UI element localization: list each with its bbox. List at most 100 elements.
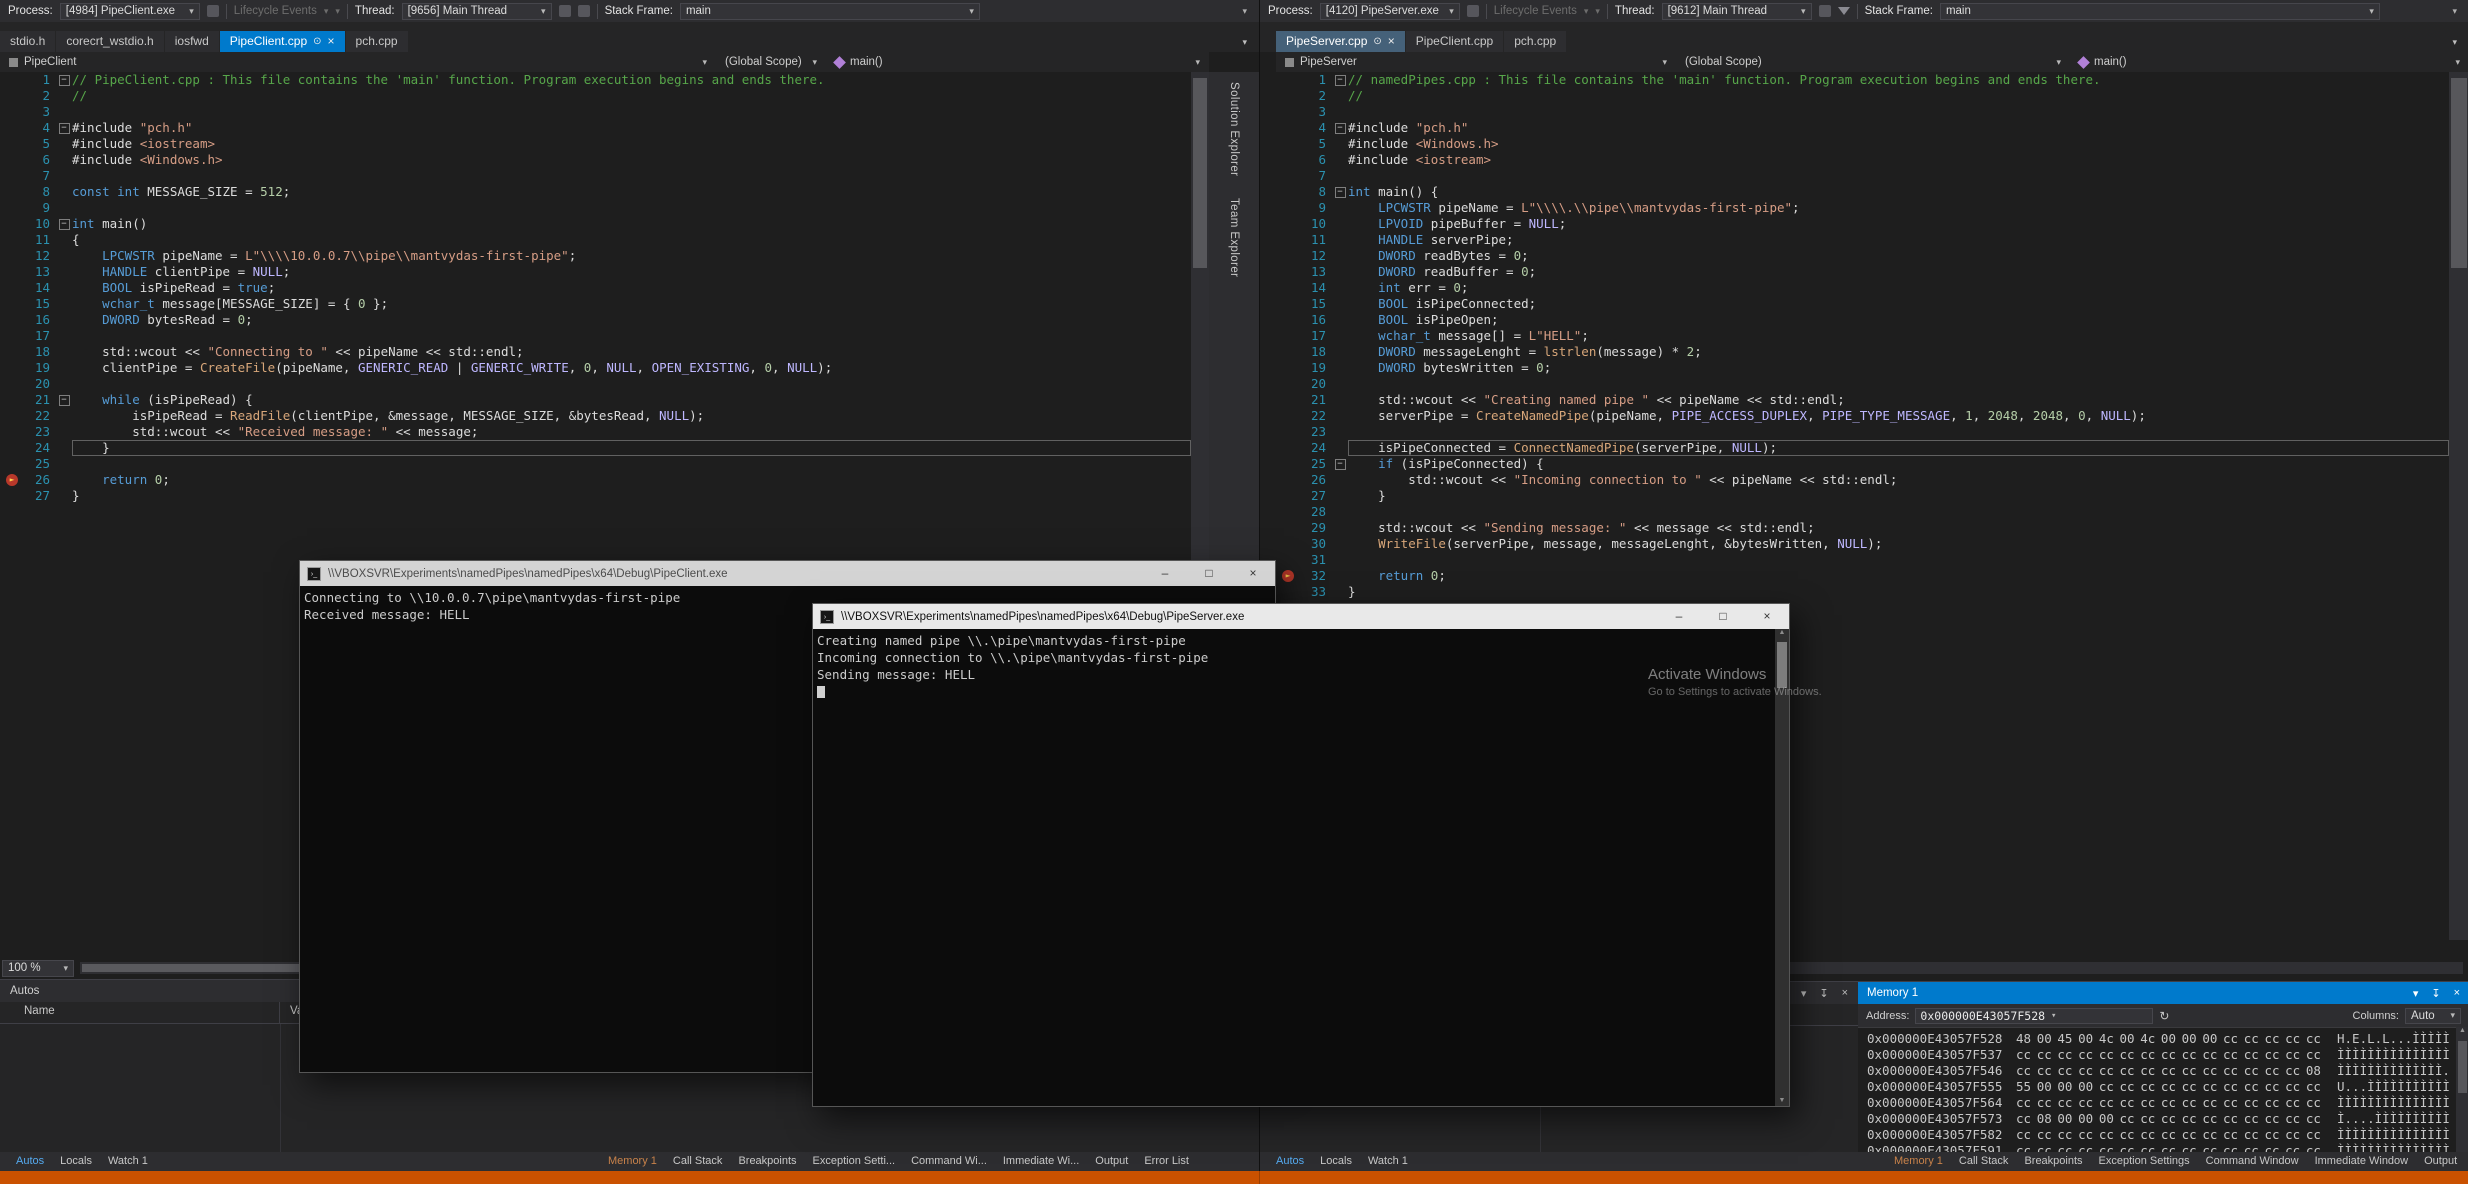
outlining-margin[interactable]: − bbox=[1332, 184, 1348, 200]
outlining-margin[interactable]: − bbox=[56, 392, 72, 408]
line-number[interactable]: 3 bbox=[0, 104, 56, 120]
doc-tab-corecrt-wstdio-h[interactable]: corecrt_wstdio.h bbox=[56, 31, 163, 52]
doc-tab-iosfwd[interactable]: iosfwd bbox=[165, 31, 219, 52]
outlining-margin[interactable]: − bbox=[1332, 72, 1348, 88]
line-number[interactable]: 1 bbox=[0, 72, 56, 88]
panel-tab-output[interactable]: Output bbox=[1087, 1152, 1136, 1170]
outlining-margin[interactable]: − bbox=[1332, 120, 1348, 136]
console-titlebar[interactable]: ›_ \\VBOXSVR\Experiments\namedPipes\name… bbox=[300, 561, 1275, 586]
panel-tab-immediate-wi[interactable]: Immediate Wi... bbox=[995, 1152, 1087, 1170]
line-number[interactable]: 25 bbox=[0, 456, 56, 472]
scrollbar-thumb[interactable] bbox=[2451, 78, 2467, 268]
process-combo[interactable]: [4984] PipeClient.exe ▾ bbox=[60, 3, 200, 20]
stack-frame-combo[interactable]: main ▾ bbox=[1940, 3, 2380, 20]
line-number[interactable]: 24 bbox=[1276, 440, 1332, 456]
project-dropdown[interactable]: PipeClient ▾ bbox=[0, 52, 716, 72]
line-number[interactable]: 22 bbox=[0, 408, 56, 424]
lifecycle-events-button[interactable]: Lifecycle Events bbox=[1494, 5, 1577, 17]
member-dropdown[interactable]: main() ▾ bbox=[2070, 52, 2468, 72]
window-position-icon[interactable]: ▾ bbox=[1801, 987, 1807, 1000]
line-number[interactable]: 25 bbox=[1276, 456, 1332, 472]
panel-tab-command-window[interactable]: Command Window bbox=[2198, 1152, 2307, 1170]
line-number[interactable]: 33 bbox=[1276, 584, 1332, 600]
line-number[interactable]: 22 bbox=[1276, 408, 1332, 424]
panel-tab-immediate-window[interactable]: Immediate Window bbox=[2307, 1152, 2417, 1170]
collapse-icon[interactable]: − bbox=[1335, 123, 1346, 134]
collapse-icon[interactable]: − bbox=[1335, 459, 1346, 470]
doc-tab-pch-cpp[interactable]: pch.cpp bbox=[346, 31, 408, 52]
line-number[interactable]: 21 bbox=[0, 392, 56, 408]
pin-tab-icon[interactable]: ⊙ bbox=[313, 31, 321, 52]
line-number[interactable]: 1 bbox=[1276, 72, 1332, 88]
columns-combo[interactable]: Auto ▾ bbox=[2405, 1008, 2461, 1024]
collapse-icon[interactable]: − bbox=[1335, 75, 1346, 86]
toolbar-overflow-icon[interactable]: ▾ bbox=[1238, 6, 1251, 17]
stack-frame-combo[interactable]: main ▾ bbox=[680, 3, 980, 20]
line-number[interactable]: 7 bbox=[1276, 168, 1332, 184]
line-number[interactable]: 14 bbox=[1276, 280, 1332, 296]
memory-panel-titlebar[interactable]: Memory 1 ▾ ↧ × bbox=[1858, 982, 2468, 1004]
maximize-icon[interactable]: □ bbox=[1701, 604, 1745, 629]
line-number[interactable]: 24 bbox=[0, 440, 56, 456]
lifecycle-events-button[interactable]: Lifecycle Events bbox=[234, 5, 317, 17]
line-number[interactable]: 19 bbox=[0, 360, 56, 376]
panel-tab-memory-1[interactable]: Memory 1 bbox=[1886, 1152, 1951, 1170]
thread-combo[interactable]: [9656] Main Thread ▾ bbox=[402, 3, 552, 20]
memory-scrollbar[interactable]: ▲ bbox=[2456, 1027, 2468, 1152]
outlining-margin[interactable]: − bbox=[56, 72, 72, 88]
panel-tab-exception-settings[interactable]: Exception Settings bbox=[2091, 1152, 2198, 1170]
panel-tab-locals[interactable]: Locals bbox=[1312, 1152, 1360, 1170]
member-dropdown[interactable]: main() ▾ bbox=[826, 52, 1209, 72]
line-number[interactable]: 6 bbox=[1276, 152, 1332, 168]
collapse-icon[interactable]: − bbox=[59, 219, 70, 230]
collapse-icon[interactable]: − bbox=[59, 395, 70, 406]
line-number[interactable]: 11 bbox=[0, 232, 56, 248]
collapse-icon[interactable]: − bbox=[59, 123, 70, 134]
line-number[interactable]: 9 bbox=[1276, 200, 1332, 216]
toolbar-overflow-icon[interactable]: ▾ bbox=[2448, 6, 2461, 17]
line-number[interactable]: 7 bbox=[0, 168, 56, 184]
side-tab-team-explorer[interactable]: Team Explorer bbox=[1228, 194, 1240, 281]
line-number[interactable]: 12 bbox=[1276, 248, 1332, 264]
column-header-name[interactable]: Name bbox=[0, 1002, 280, 1023]
console-output[interactable]: Creating named pipe \\.\pipe\mantvydas-f… bbox=[813, 629, 1775, 1106]
line-number[interactable]: 8 bbox=[0, 184, 56, 200]
scrollbar-thumb[interactable] bbox=[2458, 1041, 2467, 1093]
outlining-margin[interactable]: − bbox=[56, 216, 72, 232]
outlining-margin[interactable]: − bbox=[1332, 456, 1348, 472]
tab-overflow-icon[interactable]: ▾ bbox=[2452, 37, 2468, 52]
side-tab-solution-explorer[interactable]: Solution Explorer bbox=[1228, 78, 1240, 180]
close-tab-icon[interactable]: × bbox=[1388, 31, 1395, 52]
line-number[interactable]: 20 bbox=[1276, 376, 1332, 392]
collapse-icon[interactable]: − bbox=[1335, 187, 1346, 198]
close-icon[interactable]: × bbox=[1842, 987, 1848, 1000]
line-number[interactable]: 29 bbox=[1276, 520, 1332, 536]
minimize-icon[interactable]: – bbox=[1143, 561, 1187, 586]
scope-dropdown[interactable]: (Global Scope) ▾ bbox=[1676, 52, 2070, 72]
close-icon[interactable]: × bbox=[1745, 604, 1789, 629]
line-number[interactable]: 15 bbox=[1276, 296, 1332, 312]
zoom-control[interactable]: 100 % ▾ bbox=[2, 960, 74, 977]
panel-tab-command-wi[interactable]: Command Wi... bbox=[903, 1152, 995, 1170]
line-number[interactable]: 19 bbox=[1276, 360, 1332, 376]
auto-hide-pin-icon[interactable]: ↧ bbox=[2431, 987, 2440, 1000]
outlining-margin[interactable]: − bbox=[56, 120, 72, 136]
line-number[interactable]: 23 bbox=[0, 424, 56, 440]
scope-dropdown[interactable]: (Global Scope) ▾ bbox=[716, 52, 826, 72]
window-position-icon[interactable]: ▾ bbox=[2413, 987, 2419, 1000]
panel-tab-locals[interactable]: Locals bbox=[52, 1152, 100, 1170]
line-number[interactable]: 30 bbox=[1276, 536, 1332, 552]
scroll-up-icon[interactable]: ▲ bbox=[1779, 629, 1786, 636]
panel-tab-memory-1[interactable]: Memory 1 bbox=[600, 1152, 665, 1170]
scroll-up-icon[interactable]: ▲ bbox=[2459, 1027, 2466, 1034]
panel-tab-call-stack[interactable]: Call Stack bbox=[665, 1152, 731, 1170]
line-number[interactable]: 31 bbox=[1276, 552, 1332, 568]
line-number[interactable]: 2 bbox=[0, 88, 56, 104]
tab-overflow-icon[interactable]: ▾ bbox=[1242, 37, 1259, 52]
line-number[interactable]: 5 bbox=[0, 136, 56, 152]
maximize-icon[interactable]: □ bbox=[1187, 561, 1231, 586]
line-number[interactable]: 15 bbox=[0, 296, 56, 312]
project-dropdown[interactable]: PipeServer ▾ bbox=[1276, 52, 1676, 72]
line-number[interactable]: 11 bbox=[1276, 232, 1332, 248]
line-number[interactable]: 27 bbox=[1276, 488, 1332, 504]
